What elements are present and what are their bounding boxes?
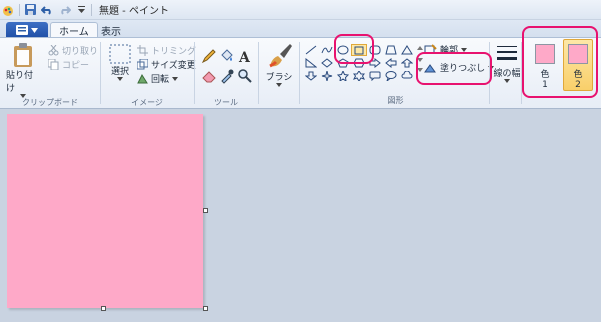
text-tool[interactable]: A bbox=[237, 48, 253, 64]
down-arrow-shape-icon[interactable] bbox=[303, 70, 319, 82]
line-shape-icon[interactable] bbox=[303, 44, 319, 56]
clipboard-group: 貼り付け 切り取り コピー クリップボード bbox=[0, 38, 100, 110]
size-label: 線の幅 bbox=[493, 69, 521, 79]
image-group-label: イメージ bbox=[131, 98, 163, 107]
eraser-tool[interactable] bbox=[201, 68, 217, 84]
chevron-down-icon bbox=[461, 47, 468, 52]
rotate-icon bbox=[137, 73, 148, 84]
text-a-icon: A bbox=[238, 50, 251, 64]
select-rectangle-icon bbox=[109, 44, 131, 64]
chevron-down-icon bbox=[117, 77, 123, 81]
copy-icon bbox=[48, 59, 59, 70]
diamond-shape-icon[interactable] bbox=[319, 57, 335, 69]
polygon-shape-icon[interactable] bbox=[383, 44, 399, 56]
select-button[interactable]: 選択 bbox=[104, 44, 136, 81]
copy-button[interactable]: コピー bbox=[48, 58, 89, 71]
tools-group: A ツール bbox=[195, 38, 257, 110]
rounded-callout-shape-icon[interactable] bbox=[367, 70, 383, 82]
line-width-icon bbox=[497, 46, 517, 60]
magnifier-icon bbox=[238, 69, 252, 83]
cut-label: 切り取り bbox=[62, 47, 99, 57]
crop-label: トリミング bbox=[151, 47, 197, 57]
four-point-star-shape-icon[interactable] bbox=[319, 70, 335, 82]
tab-view[interactable]: 表示 bbox=[93, 22, 129, 38]
resize-button[interactable]: サイズ変更 bbox=[137, 58, 196, 71]
drawing-workspace bbox=[0, 110, 601, 322]
fill-bucket-tool[interactable] bbox=[219, 48, 235, 64]
pencil-icon bbox=[201, 49, 216, 64]
undo-icon[interactable] bbox=[40, 3, 54, 17]
rotate-button[interactable]: 回転 bbox=[137, 72, 179, 85]
annotation-highlight-fill bbox=[416, 52, 492, 85]
chevron-down-icon bbox=[31, 27, 38, 33]
rotate-label: 回転 bbox=[151, 75, 170, 85]
fill-bucket-icon bbox=[221, 49, 233, 61]
oval-callout-shape-icon[interactable] bbox=[383, 70, 399, 82]
divider bbox=[258, 42, 259, 104]
right-triangle-shape-icon[interactable] bbox=[303, 57, 319, 69]
annotation-highlight-colors bbox=[522, 26, 598, 98]
customize-quick-access-icon[interactable] bbox=[74, 3, 88, 17]
tools-group-label: ツール bbox=[214, 98, 238, 107]
paste-label: 貼り付け bbox=[6, 71, 34, 94]
resize-label: サイズ変更 bbox=[151, 61, 196, 71]
copy-label: コピー bbox=[62, 61, 90, 71]
resize-handle-corner[interactable] bbox=[203, 306, 208, 311]
chevron-down-icon bbox=[172, 76, 179, 81]
clipboard-group-label: クリップボード bbox=[22, 98, 78, 107]
cloud-callout-shape-icon[interactable] bbox=[399, 70, 415, 82]
crop-icon bbox=[137, 45, 148, 56]
curve-shape-icon[interactable] bbox=[319, 44, 335, 56]
brushes-label: ブラシ bbox=[265, 73, 293, 83]
color-picker-tool[interactable] bbox=[219, 68, 235, 84]
five-point-star-shape-icon[interactable] bbox=[335, 70, 351, 82]
crop-button[interactable]: トリミング bbox=[137, 44, 196, 57]
window-title: 無題 - ペイント bbox=[99, 6, 169, 17]
eyedropper-icon bbox=[221, 69, 234, 84]
ribbon: 貼り付け 切り取り コピー クリップボード 選択 トリミング サイズ変更 回転 … bbox=[0, 37, 601, 109]
six-point-star-shape-icon[interactable] bbox=[351, 70, 367, 82]
eraser-icon bbox=[202, 71, 216, 83]
file-menu-button[interactable] bbox=[6, 22, 48, 38]
select-label: 選択 bbox=[110, 67, 129, 77]
resize-handle-right[interactable] bbox=[203, 208, 208, 213]
magnifier-tool[interactable] bbox=[237, 68, 253, 84]
resize-icon bbox=[137, 59, 148, 70]
save-icon[interactable] bbox=[23, 3, 37, 17]
scroll-up-icon bbox=[417, 46, 423, 50]
title-bar: 無題 - ペイント bbox=[0, 0, 601, 20]
file-menu-icon bbox=[16, 25, 28, 35]
scissors-icon bbox=[48, 45, 59, 56]
left-arrow-shape-icon[interactable] bbox=[383, 57, 399, 69]
brush-icon bbox=[269, 44, 292, 68]
divider bbox=[299, 42, 300, 104]
svg-text:A: A bbox=[238, 50, 251, 64]
drawing-canvas[interactable] bbox=[7, 114, 203, 308]
triangle-shape-icon[interactable] bbox=[399, 44, 415, 56]
paint-app-icon[interactable] bbox=[2, 3, 16, 17]
image-group: 選択 トリミング サイズ変更 回転 イメージ bbox=[101, 38, 196, 110]
brushes-button[interactable]: ブラシ bbox=[262, 42, 296, 87]
up-arrow-shape-icon[interactable] bbox=[399, 57, 415, 69]
chevron-down-icon bbox=[276, 83, 282, 87]
resize-handle-bottom[interactable] bbox=[101, 306, 106, 311]
annotation-highlight-rectangle-shape bbox=[334, 34, 374, 64]
redo-icon[interactable] bbox=[57, 3, 71, 17]
ribbon-tab-strip: ホーム 表示 bbox=[0, 20, 601, 38]
cut-button[interactable]: 切り取り bbox=[48, 44, 98, 57]
tab-home[interactable]: ホーム bbox=[50, 22, 98, 38]
clipboard-icon bbox=[14, 43, 32, 67]
size-button[interactable]: 線の幅 bbox=[492, 44, 522, 83]
paste-button[interactable]: 貼り付け bbox=[6, 42, 40, 98]
chevron-down-icon bbox=[504, 79, 510, 83]
shapes-group-label: 図形 bbox=[387, 96, 404, 105]
pencil-tool[interactable] bbox=[201, 48, 217, 64]
